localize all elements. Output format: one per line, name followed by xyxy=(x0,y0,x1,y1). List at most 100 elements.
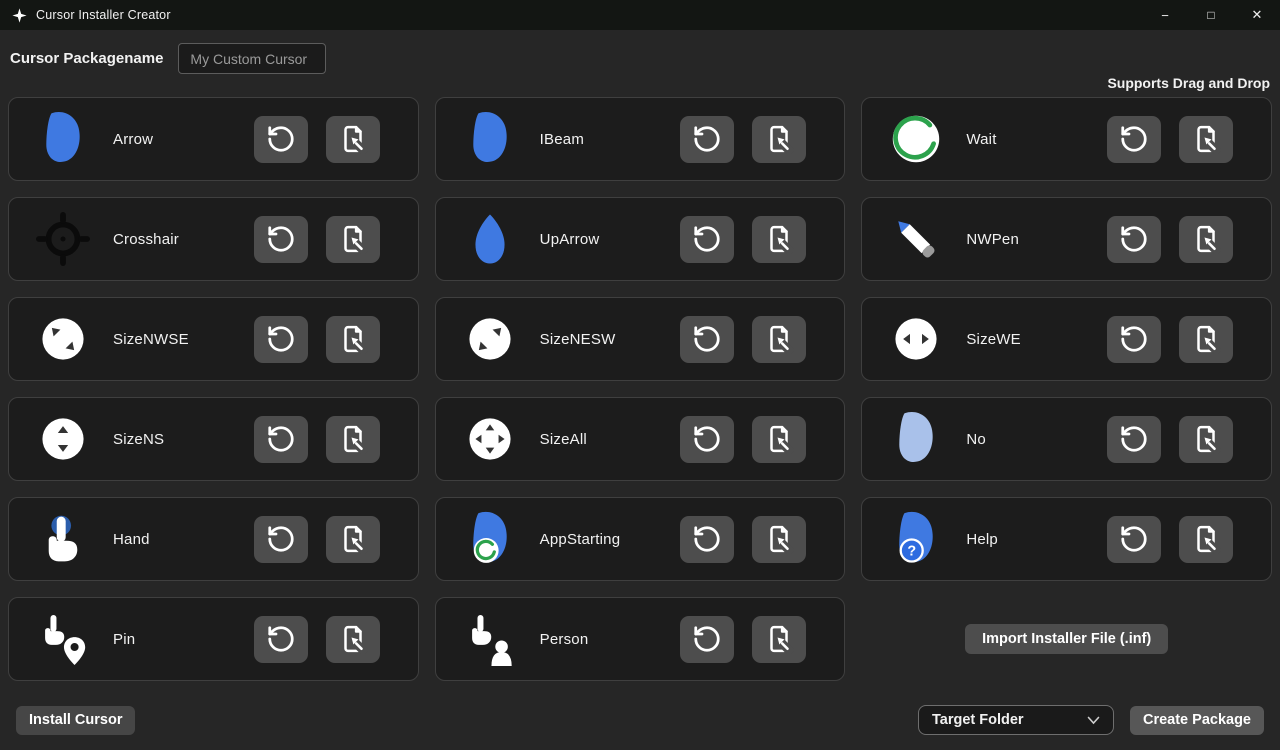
reset-cursor-button[interactable] xyxy=(1106,515,1161,563)
uparrow-cursor-icon xyxy=(462,207,518,271)
create-package-button[interactable]: Create Package xyxy=(1129,705,1264,735)
footer-right: Target Folder Create Package xyxy=(917,705,1264,735)
cursor-card-sizewe[interactable]: SizeWE xyxy=(861,297,1272,381)
card-buttons xyxy=(1106,215,1233,263)
reset-cursor-button[interactable] xyxy=(253,615,308,663)
cursor-card-arrow[interactable]: Arrow xyxy=(8,97,419,181)
import-cursor-file-button[interactable] xyxy=(752,215,807,263)
cursor-card-no[interactable]: No xyxy=(861,397,1272,481)
header-row: Cursor Packagename xyxy=(10,43,1272,74)
import-cursor-file-button[interactable] xyxy=(1178,415,1233,463)
reset-cursor-button[interactable] xyxy=(680,115,735,163)
reset-cursor-button[interactable] xyxy=(1106,315,1161,363)
reset-cursor-button[interactable] xyxy=(253,515,308,563)
import-cursor-file-button[interactable] xyxy=(752,515,807,563)
reset-cursor-button[interactable] xyxy=(1106,415,1161,463)
cursor-card-nwpen[interactable]: NWPen xyxy=(861,197,1272,281)
import-cursor-file-button[interactable] xyxy=(325,115,380,163)
import-cursor-file-button[interactable] xyxy=(1178,115,1233,163)
card-buttons xyxy=(253,615,380,663)
cursor-card-uparrow[interactable]: UpArrow xyxy=(434,197,846,281)
rotate-ccw-icon xyxy=(1119,324,1149,354)
import-cursor-file-button[interactable] xyxy=(325,215,380,263)
reset-cursor-button[interactable] xyxy=(253,415,308,463)
reset-cursor-button[interactable] xyxy=(253,215,308,263)
card-buttons xyxy=(1106,415,1233,463)
minimize-button[interactable]: − xyxy=(1142,0,1188,30)
file-import-icon xyxy=(1191,424,1221,454)
packagename-label: Cursor Packagename xyxy=(10,50,164,67)
file-import-icon xyxy=(764,624,795,654)
import-cursor-file-button[interactable] xyxy=(325,615,380,663)
cursor-card-pin[interactable]: Pin xyxy=(8,597,419,681)
reset-cursor-button[interactable] xyxy=(680,315,735,363)
import-cursor-file-button[interactable] xyxy=(325,315,380,363)
reset-cursor-button[interactable] xyxy=(680,515,735,563)
cursor-card-sizens[interactable]: SizeNS xyxy=(8,397,419,481)
cursor-name: SizeNWSE xyxy=(113,330,189,348)
cursor-name: No xyxy=(966,430,986,448)
import-cursor-file-button[interactable] xyxy=(752,615,807,663)
reset-cursor-button[interactable] xyxy=(680,215,735,263)
maximize-button[interactable]: □ xyxy=(1188,0,1234,30)
svg-text:?: ? xyxy=(908,543,917,559)
card-buttons xyxy=(253,115,380,163)
close-button[interactable]: ✕ xyxy=(1234,0,1280,30)
no-cursor-icon xyxy=(888,407,944,471)
card-buttons xyxy=(1106,315,1233,363)
file-import-icon xyxy=(1191,224,1221,254)
import-cursor-file-button[interactable] xyxy=(752,415,807,463)
wait-cursor-icon xyxy=(888,107,944,171)
card-buttons xyxy=(680,615,807,663)
import-installer-file-button[interactable]: Import Installer File (.inf) xyxy=(965,624,1169,654)
app-icon xyxy=(12,7,27,23)
appstarting-cursor-icon xyxy=(462,507,518,571)
rotate-ccw-icon xyxy=(692,224,722,254)
cursor-card-sizenesw[interactable]: SizeNESW xyxy=(434,297,846,381)
card-buttons xyxy=(253,415,380,463)
import-cursor-file-button[interactable] xyxy=(325,415,380,463)
import-cursor-file-button[interactable] xyxy=(752,115,807,163)
cursor-name: Wait xyxy=(966,130,997,148)
packagename-input[interactable] xyxy=(178,43,327,74)
import-cursor-file-button[interactable] xyxy=(1178,515,1233,563)
cursor-card-wait[interactable]: Wait xyxy=(861,97,1272,181)
reset-cursor-button[interactable] xyxy=(1106,215,1161,263)
nwpen-cursor-icon xyxy=(888,207,944,271)
file-import-icon xyxy=(764,124,795,154)
target-folder-select[interactable]: Target Folder xyxy=(917,705,1114,735)
file-import-icon xyxy=(1191,324,1221,354)
cursor-card-sizenwse[interactable]: SizeNWSE xyxy=(8,297,419,381)
reset-cursor-button[interactable] xyxy=(253,115,308,163)
import-cursor-file-button[interactable] xyxy=(752,315,807,363)
cursor-card-crosshair[interactable]: Crosshair xyxy=(8,197,419,281)
file-import-icon xyxy=(338,324,368,354)
rotate-ccw-icon xyxy=(692,124,722,154)
cursor-card-ibeam[interactable]: IBeam xyxy=(434,97,846,181)
card-buttons xyxy=(253,515,380,563)
sizeall-cursor-icon xyxy=(462,407,518,471)
crosshair-cursor-icon xyxy=(35,207,91,271)
reset-cursor-button[interactable] xyxy=(253,315,308,363)
import-cursor-file-button[interactable] xyxy=(1178,215,1233,263)
sizenesw-cursor-icon xyxy=(462,307,518,371)
cursor-name: SizeWE xyxy=(966,330,1021,348)
rotate-ccw-icon xyxy=(692,424,722,454)
reset-cursor-button[interactable] xyxy=(680,415,735,463)
cursor-card-person[interactable]: Person xyxy=(434,597,846,681)
card-buttons xyxy=(1106,115,1233,163)
import-cursor-file-button[interactable] xyxy=(1178,315,1233,363)
reset-cursor-button[interactable] xyxy=(1106,115,1161,163)
cursor-card-sizeall[interactable]: SizeAll xyxy=(434,397,846,481)
sizewe-cursor-icon xyxy=(888,307,944,371)
cursor-card-hand[interactable]: Hand xyxy=(8,497,419,581)
cursor-card-help[interactable]: ? Help xyxy=(861,497,1272,581)
rotate-ccw-icon xyxy=(692,624,722,654)
install-cursor-button[interactable]: Install Cursor xyxy=(16,705,136,735)
import-cursor-file-button[interactable] xyxy=(325,515,380,563)
arrow-cursor-icon xyxy=(35,107,91,171)
cursor-card-appstarting[interactable]: AppStarting xyxy=(434,497,846,581)
reset-cursor-button[interactable] xyxy=(680,615,735,663)
rotate-ccw-icon xyxy=(266,624,296,654)
rotate-ccw-icon xyxy=(1119,424,1149,454)
